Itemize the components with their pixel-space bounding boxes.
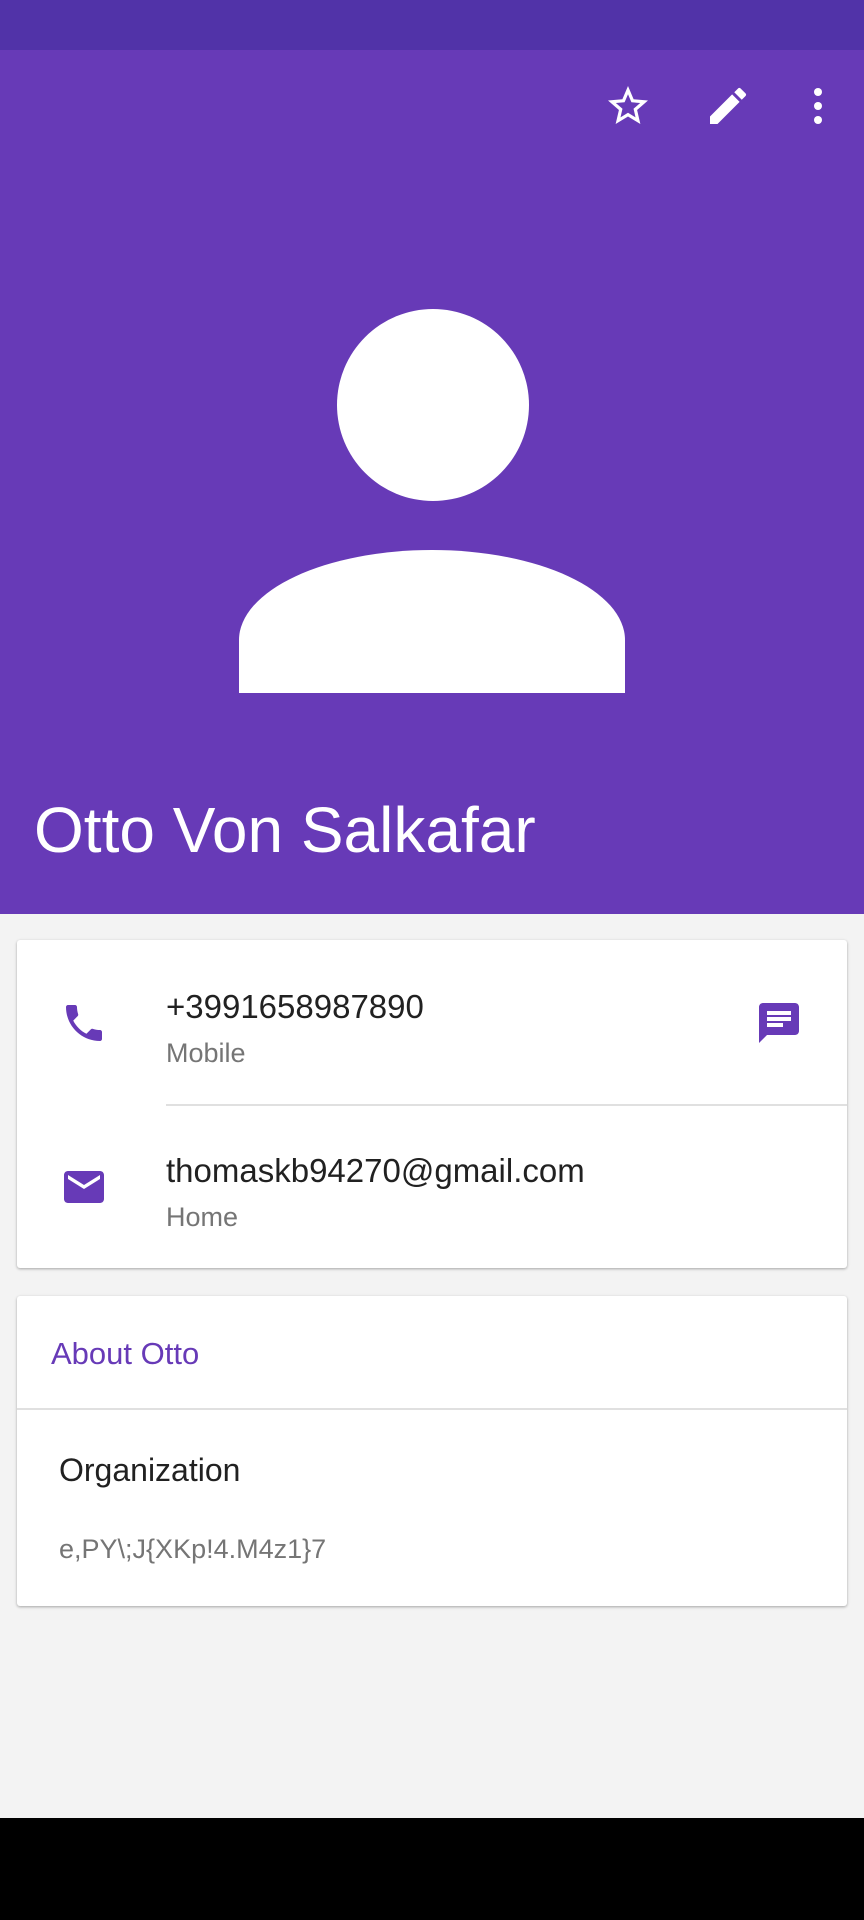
phone-number: +3991658987890 (166, 988, 424, 1025)
favorite-button[interactable] (580, 58, 676, 154)
status-bar (0, 0, 864, 50)
send-message-button[interactable] (752, 996, 806, 1050)
email-icon (59, 1162, 109, 1212)
phone-icon (59, 998, 109, 1048)
about-divider (17, 1408, 847, 1410)
avatar-head (337, 309, 529, 501)
organization-label: Organization (59, 1452, 241, 1488)
contact-details-card: +3991658987890 Mobile thomaskb94270@gmai… (17, 940, 847, 1268)
phone-row[interactable] (17, 940, 847, 1104)
person-placeholder-icon (239, 309, 625, 693)
contact-name: Otto Von Salkafar (34, 794, 536, 866)
edit-button[interactable] (680, 58, 776, 154)
phone-type: Mobile (166, 1038, 246, 1068)
about-title: About Otto (51, 1336, 200, 1371)
avatar-body (239, 550, 625, 693)
about-card: About Otto Organization e,PY\;J{XKp!4.M4… (17, 1296, 847, 1606)
edit-pencil-icon (710, 87, 747, 124)
organization-value: e,PY\;J{XKp!4.M4z1}7 (59, 1534, 327, 1564)
navigation-bar (0, 1818, 864, 1920)
email-address: thomaskb94270@gmail.com (166, 1152, 585, 1189)
more-vert-icon (814, 88, 822, 124)
star-outline-icon (608, 86, 648, 124)
message-icon (759, 1003, 799, 1043)
email-type: Home (166, 1202, 239, 1232)
more-options-button[interactable] (770, 58, 864, 154)
